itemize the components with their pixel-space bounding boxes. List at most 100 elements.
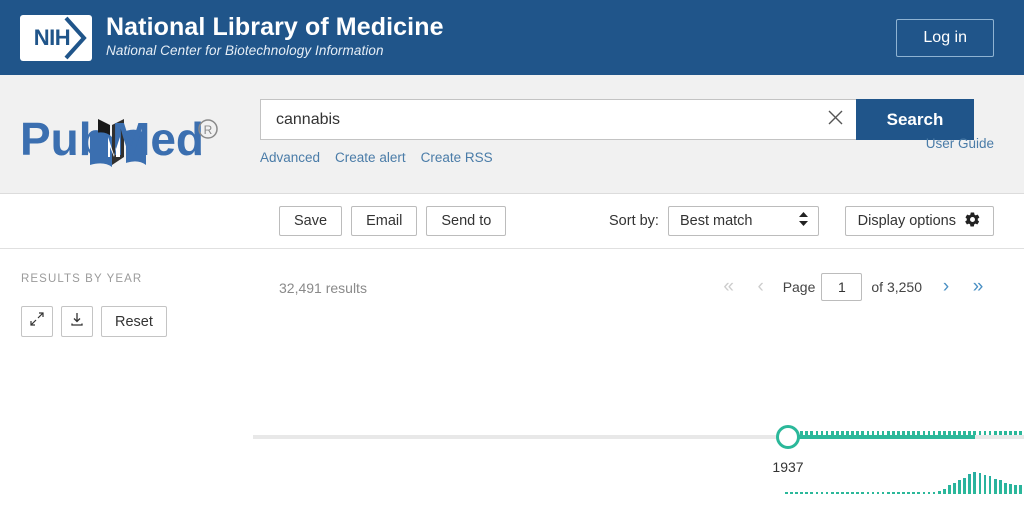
- nih-title: National Library of Medicine: [106, 12, 444, 41]
- timeline-bar: [937, 491, 941, 494]
- timeline-bar: [978, 473, 982, 494]
- user-guide-link[interactable]: User Guide: [926, 136, 994, 151]
- range-start-year-label: 1937: [772, 459, 804, 475]
- close-icon: [827, 109, 844, 131]
- timeline-bar: [805, 492, 809, 494]
- timeline-bar: [856, 492, 860, 494]
- clear-search-button[interactable]: [814, 99, 856, 140]
- timeline-bar: [891, 492, 895, 494]
- timeline-bar: [851, 492, 854, 494]
- reset-button[interactable]: Reset: [101, 306, 167, 337]
- timeline-bar: [785, 492, 788, 494]
- timeline-bar: [963, 478, 966, 494]
- nih-header: NIH National Library of Medicine Nationa…: [0, 0, 1024, 75]
- timeline-bar: [881, 492, 885, 494]
- sidebar-title: RESULTS BY YEAR: [21, 273, 143, 285]
- sort-by-group: Sort by: Best match: [609, 206, 819, 236]
- timeline-bar: [953, 483, 956, 494]
- nih-subtitle: National Center for Biotechnology Inform…: [106, 42, 384, 58]
- first-page-button[interactable]: «: [713, 271, 745, 303]
- timeline-bar: [998, 480, 1002, 494]
- timeline-bar: [1014, 485, 1017, 494]
- last-page-button[interactable]: »: [962, 271, 994, 303]
- results-count: 32,491 results: [279, 280, 367, 296]
- nih-titles: National Library of Medicine National Ce…: [106, 12, 444, 61]
- timeline-bar: [861, 492, 865, 494]
- timeline-bar: [820, 492, 824, 494]
- timeline-bar: [932, 492, 936, 494]
- send-to-button[interactable]: Send to: [426, 206, 507, 236]
- timeline-bar: [1004, 483, 1007, 494]
- display-options-label: Display options: [857, 213, 956, 229]
- range-handle-start[interactable]: [776, 425, 800, 449]
- results-by-year-timeline[interactable]: 1937 2023: [253, 304, 1024, 494]
- timeline-bar: [897, 492, 900, 494]
- timeline-bar: [846, 492, 849, 494]
- svg-text:Med: Med: [112, 113, 204, 165]
- collapse-arrows-icon: [29, 311, 45, 332]
- timeline-bar: [922, 492, 926, 494]
- create-alert-link[interactable]: Create alert: [335, 150, 406, 165]
- timeline-bar: [948, 485, 951, 494]
- download-icon: [69, 311, 85, 332]
- create-rss-link[interactable]: Create RSS: [421, 150, 493, 165]
- timeline-bar: [1019, 485, 1023, 494]
- timeline-bar: [886, 492, 890, 494]
- search-area: Search Advanced Create alert Create RSS: [260, 99, 1024, 165]
- timeline-bar: [973, 472, 977, 494]
- timeline-bars: [785, 354, 1024, 494]
- results-content: 32,491 results « ‹ Page of 3,250 › » 193…: [253, 249, 1024, 525]
- download-timeline-button[interactable]: [61, 306, 93, 337]
- page-label: Page: [782, 279, 816, 295]
- search-button[interactable]: Search: [856, 99, 974, 140]
- actions-toolbar: Save Email Send to Sort by: Best match D…: [0, 194, 1024, 249]
- search-input[interactable]: [274, 109, 814, 130]
- sort-by-select[interactable]: Best match: [667, 206, 819, 236]
- gear-icon: [964, 211, 981, 232]
- advanced-search-link[interactable]: Advanced: [260, 150, 320, 165]
- timeline-bar: [800, 492, 803, 494]
- nih-chevron-icon: [64, 15, 90, 61]
- timeline-bar: [902, 492, 905, 494]
- timeline-bar: [917, 492, 921, 494]
- timeline-bar: [993, 479, 997, 494]
- display-options-button[interactable]: Display options: [844, 206, 994, 236]
- next-page-button[interactable]: ›: [930, 271, 962, 303]
- email-button[interactable]: Email: [351, 206, 418, 236]
- pagination: « ‹ Page of 3,250 › »: [713, 271, 994, 303]
- timeline-bar: [830, 492, 834, 494]
- timeline-bar: [871, 492, 875, 494]
- timeline-bar: [968, 474, 972, 494]
- total-pages-label: of 3,250: [871, 279, 922, 295]
- login-button[interactable]: Log in: [896, 18, 994, 57]
- timeline-bar: [825, 492, 829, 494]
- page-number-input[interactable]: [821, 273, 863, 301]
- nih-logo: NIH: [20, 14, 92, 61]
- search-links: Advanced Create alert Create RSS: [260, 150, 974, 165]
- timeline-bar: [795, 492, 798, 494]
- timeline-bar: [841, 492, 844, 494]
- timeline-bar: [810, 492, 814, 494]
- sort-by-label: Sort by:: [609, 213, 659, 229]
- svg-text:R: R: [204, 123, 213, 137]
- save-button[interactable]: Save: [279, 206, 343, 236]
- nih-brand: NIH National Library of Medicine Nationa…: [20, 12, 444, 61]
- pubmed-logo-icon: Pub Med R: [20, 113, 218, 167]
- timeline-bar: [958, 480, 961, 494]
- timeline-bar: [942, 489, 946, 494]
- timeline-bar: [927, 492, 931, 494]
- collapse-timeline-button[interactable]: [21, 306, 53, 337]
- pubmed-logo[interactable]: Pub Med R: [0, 107, 260, 173]
- timeline-bar: [983, 475, 987, 494]
- timeline-bar: [835, 492, 839, 494]
- timeline-bar: [988, 476, 992, 494]
- prev-page-button[interactable]: ‹: [745, 271, 777, 303]
- updown-chevron-icon: [798, 211, 809, 231]
- search-input-wrap[interactable]: [260, 99, 814, 140]
- sidebar-controls: Reset: [21, 306, 253, 337]
- search-band: Pub Med R Search: [0, 75, 1024, 194]
- main-region: RESULTS BY YEAR Reset 32,491 results « ‹…: [0, 249, 1024, 525]
- results-by-year-sidebar: RESULTS BY YEAR Reset: [0, 249, 253, 525]
- timeline-bar: [876, 492, 880, 494]
- timeline-bar: [815, 492, 819, 494]
